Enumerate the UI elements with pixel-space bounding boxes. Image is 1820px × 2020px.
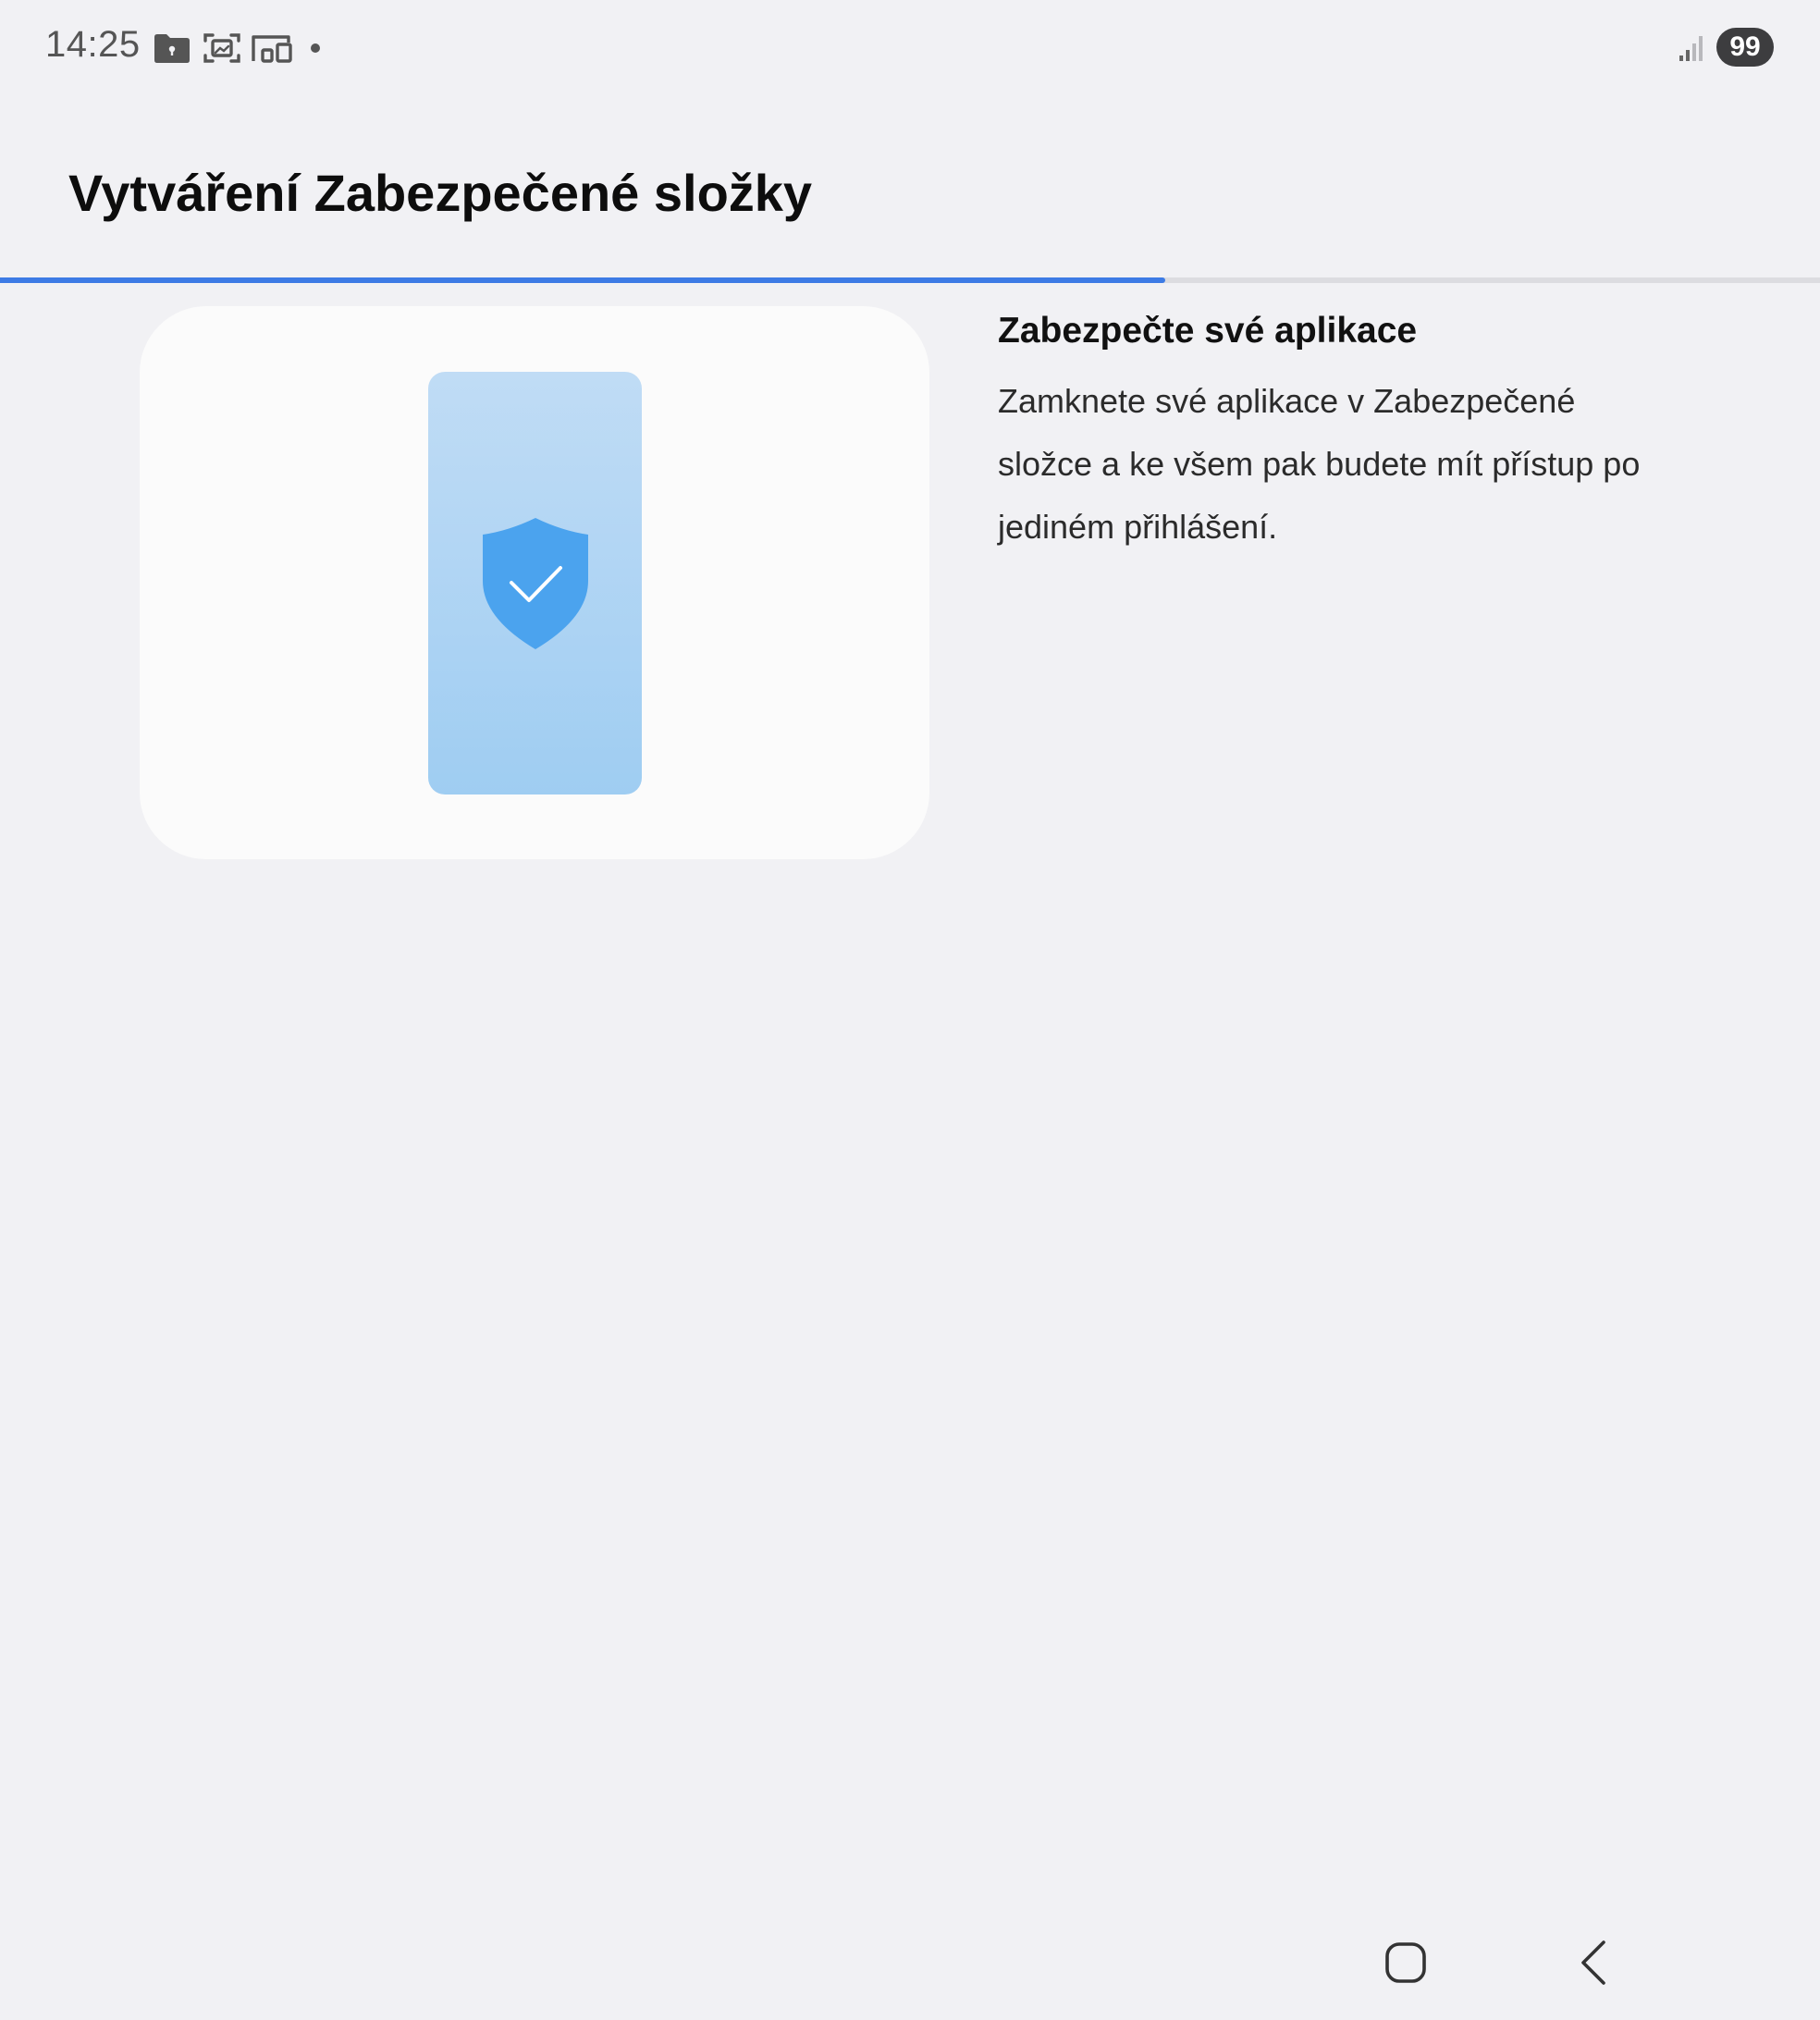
progress-fill (0, 277, 1165, 283)
signal-icon (1678, 33, 1707, 63)
battery-badge: 99 (1716, 28, 1774, 67)
status-bar: 14:25 99 (0, 0, 1820, 96)
phone-illustration (428, 372, 642, 794)
navigation-bar (0, 1924, 1820, 2020)
screenshot-icon (202, 30, 242, 67)
home-icon[interactable] (1383, 1940, 1428, 1985)
shield-check-icon (481, 516, 590, 651)
status-time: 14:25 (45, 24, 141, 65)
illustration-card (140, 306, 929, 859)
section-heading: Zabezpečte své aplikace (998, 311, 1418, 351)
page-title: Vytváření Zabezpečené složky (68, 164, 813, 222)
secure-folder-icon (152, 30, 192, 67)
devices-icon (250, 30, 294, 67)
progress-bar (0, 277, 1820, 283)
section-description: Zamknete své aplikace v Zabezpečené slož… (998, 382, 1641, 546)
back-icon[interactable] (1576, 1939, 1613, 1987)
notification-dot (311, 43, 320, 53)
